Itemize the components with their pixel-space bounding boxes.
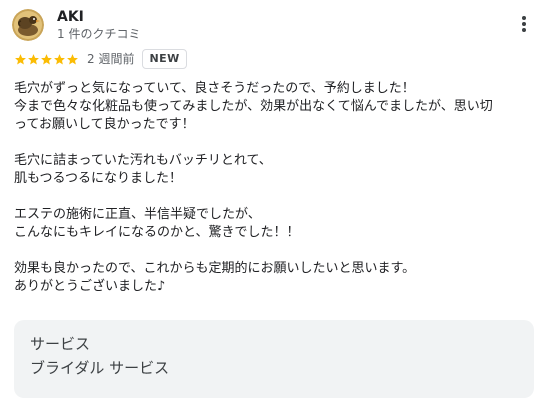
author-name[interactable]: AKI xyxy=(57,8,84,26)
review-card: AKI 1 件のクチコミ 2 週間前 NEW 毛穴がずっと気になっていて、良さそ… xyxy=(0,0,544,410)
review-text-line: 毛穴に詰まっていた汚れもバッチリとれて、 xyxy=(14,153,272,168)
star-icon xyxy=(54,53,65,64)
star-icon xyxy=(15,53,26,64)
new-badge: NEW xyxy=(142,49,187,69)
review-text-line: こんなにもキレイになるのかと、驚きでした！！ xyxy=(14,225,300,240)
avatar[interactable] xyxy=(12,9,44,41)
review-text-line xyxy=(14,188,534,206)
review-text-line: エステの施術に正直、半信半疑でしたが、 xyxy=(14,207,261,222)
rating-row: 2 週間前 NEW xyxy=(14,49,187,69)
review-text-line: 今まで色々な化粧品も使ってみましたが、効果が出なくて悩んでましたが、思い切 xyxy=(14,99,493,114)
review-text-line: 毛穴がずっと気になっていて、良さそうだったので、予約しました！ xyxy=(14,81,415,96)
service-value: ブライダル サービス xyxy=(30,359,170,377)
star-icon xyxy=(41,53,52,64)
star-rating xyxy=(14,53,79,66)
review-text-line: 肌もつるつるになりました！ xyxy=(14,171,182,186)
more-options-button[interactable] xyxy=(510,10,538,38)
review-text-line xyxy=(14,242,534,260)
service-card: サービス ブライダル サービス xyxy=(14,320,534,398)
service-title: サービス xyxy=(30,335,91,353)
author-review-count: 1 件のクチコミ xyxy=(57,27,141,41)
review-text-line: ってお願いして良かったです！ xyxy=(14,117,195,132)
review-date: 2 週間前 xyxy=(87,52,135,66)
review-text-line: 効果も良かったので、これからも定期的にお願いしたいと思います。 xyxy=(14,261,416,276)
review-text-line xyxy=(14,134,534,152)
review-text-line: ありがとうございました♪ xyxy=(14,279,166,294)
star-icon xyxy=(28,53,39,64)
review-text: 毛穴がずっと気になっていて、良さそうだったので、予約しました！ 今まで色々な化粧品… xyxy=(14,80,534,296)
star-icon xyxy=(67,53,78,64)
more-vert-icon xyxy=(522,16,526,32)
